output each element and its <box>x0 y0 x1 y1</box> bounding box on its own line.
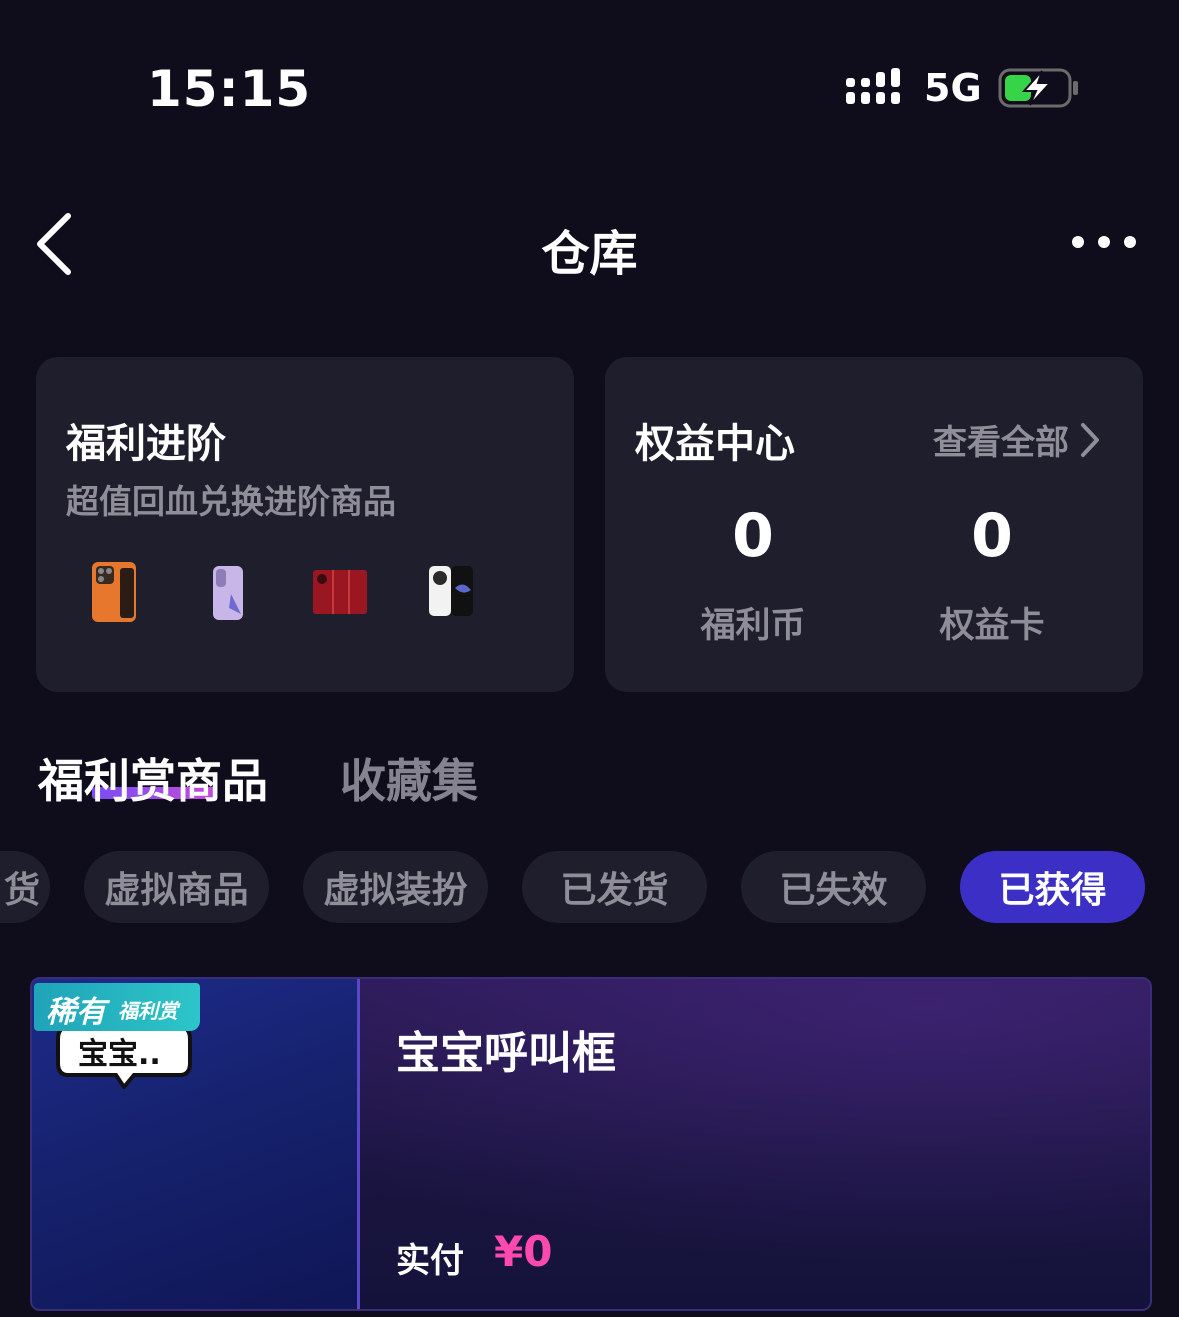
status-time: 15:15 <box>147 60 312 118</box>
filter-chip-shipped[interactable]: 已发货 <box>522 851 707 923</box>
filter-chip-obtained[interactable]: 已获得 <box>960 851 1145 923</box>
filter-chip-virtual-goods[interactable]: 虚拟商品 <box>84 851 269 923</box>
filter-chip-expired[interactable]: 已失效 <box>741 851 926 923</box>
rights-card-count-value: 0 <box>971 501 1013 571</box>
benefit-card-subtitle: 超值回血兑换进阶商品 <box>66 482 396 521</box>
view-all-label: 查看全部 <box>933 423 1069 463</box>
rare-badge: 稀有 福利赏 <box>34 983 200 1031</box>
page-title: 仓库 <box>541 226 638 282</box>
white-phone-icon <box>429 566 473 616</box>
product-card[interactable]: 宝宝.. 稀有 福利赏 宝宝呼叫框 实付 ¥0 <box>30 977 1152 1311</box>
rights-card-count-label: 权益卡 <box>939 606 1045 646</box>
network-type: 5G <box>924 66 982 110</box>
signal-icon <box>846 68 900 104</box>
product-price: ¥0 <box>494 1227 553 1276</box>
benefit-upgrade-card[interactable]: 福利进阶 超值回血兑换进阶商品 <box>36 357 574 692</box>
orange-phone-icon <box>92 562 136 622</box>
product-name: 宝宝呼叫框 <box>396 1028 616 1079</box>
view-all-link[interactable]: 查看全部 <box>933 415 1103 464</box>
chevron-right-icon <box>1081 422 1099 457</box>
product-thumbnail: 宝宝.. 稀有 福利赏 <box>32 979 360 1309</box>
tab-collection[interactable]: 收藏集 <box>340 745 478 811</box>
filter-chip-virtual-outfit[interactable]: 虚拟装扮 <box>303 851 488 923</box>
welfare-coin-value: 0 <box>732 501 774 571</box>
thumbnail-text: 宝宝.. <box>78 1037 161 1072</box>
battery-charging-icon <box>998 68 1078 108</box>
benefit-card-title: 福利进阶 <box>66 421 226 467</box>
badge-sub-label: 福利赏 <box>118 999 178 1023</box>
welfare-coin-label: 福利币 <box>700 606 806 646</box>
rights-card-title: 权益中心 <box>635 421 795 467</box>
badge-main-label: 稀有 <box>46 995 106 1030</box>
rights-center-card: 权益中心 查看全部 0 福利币 0 权益卡 <box>605 357 1143 692</box>
filter-chip-partial[interactable]: 货 <box>0 851 50 923</box>
more-icon[interactable] <box>1068 226 1140 258</box>
tab-welfare-goods[interactable]: 福利赏商品 <box>38 745 268 811</box>
paid-label: 实付 <box>396 1241 464 1281</box>
purple-phone-icon <box>213 566 243 620</box>
red-fold-phone-icon <box>313 570 367 614</box>
